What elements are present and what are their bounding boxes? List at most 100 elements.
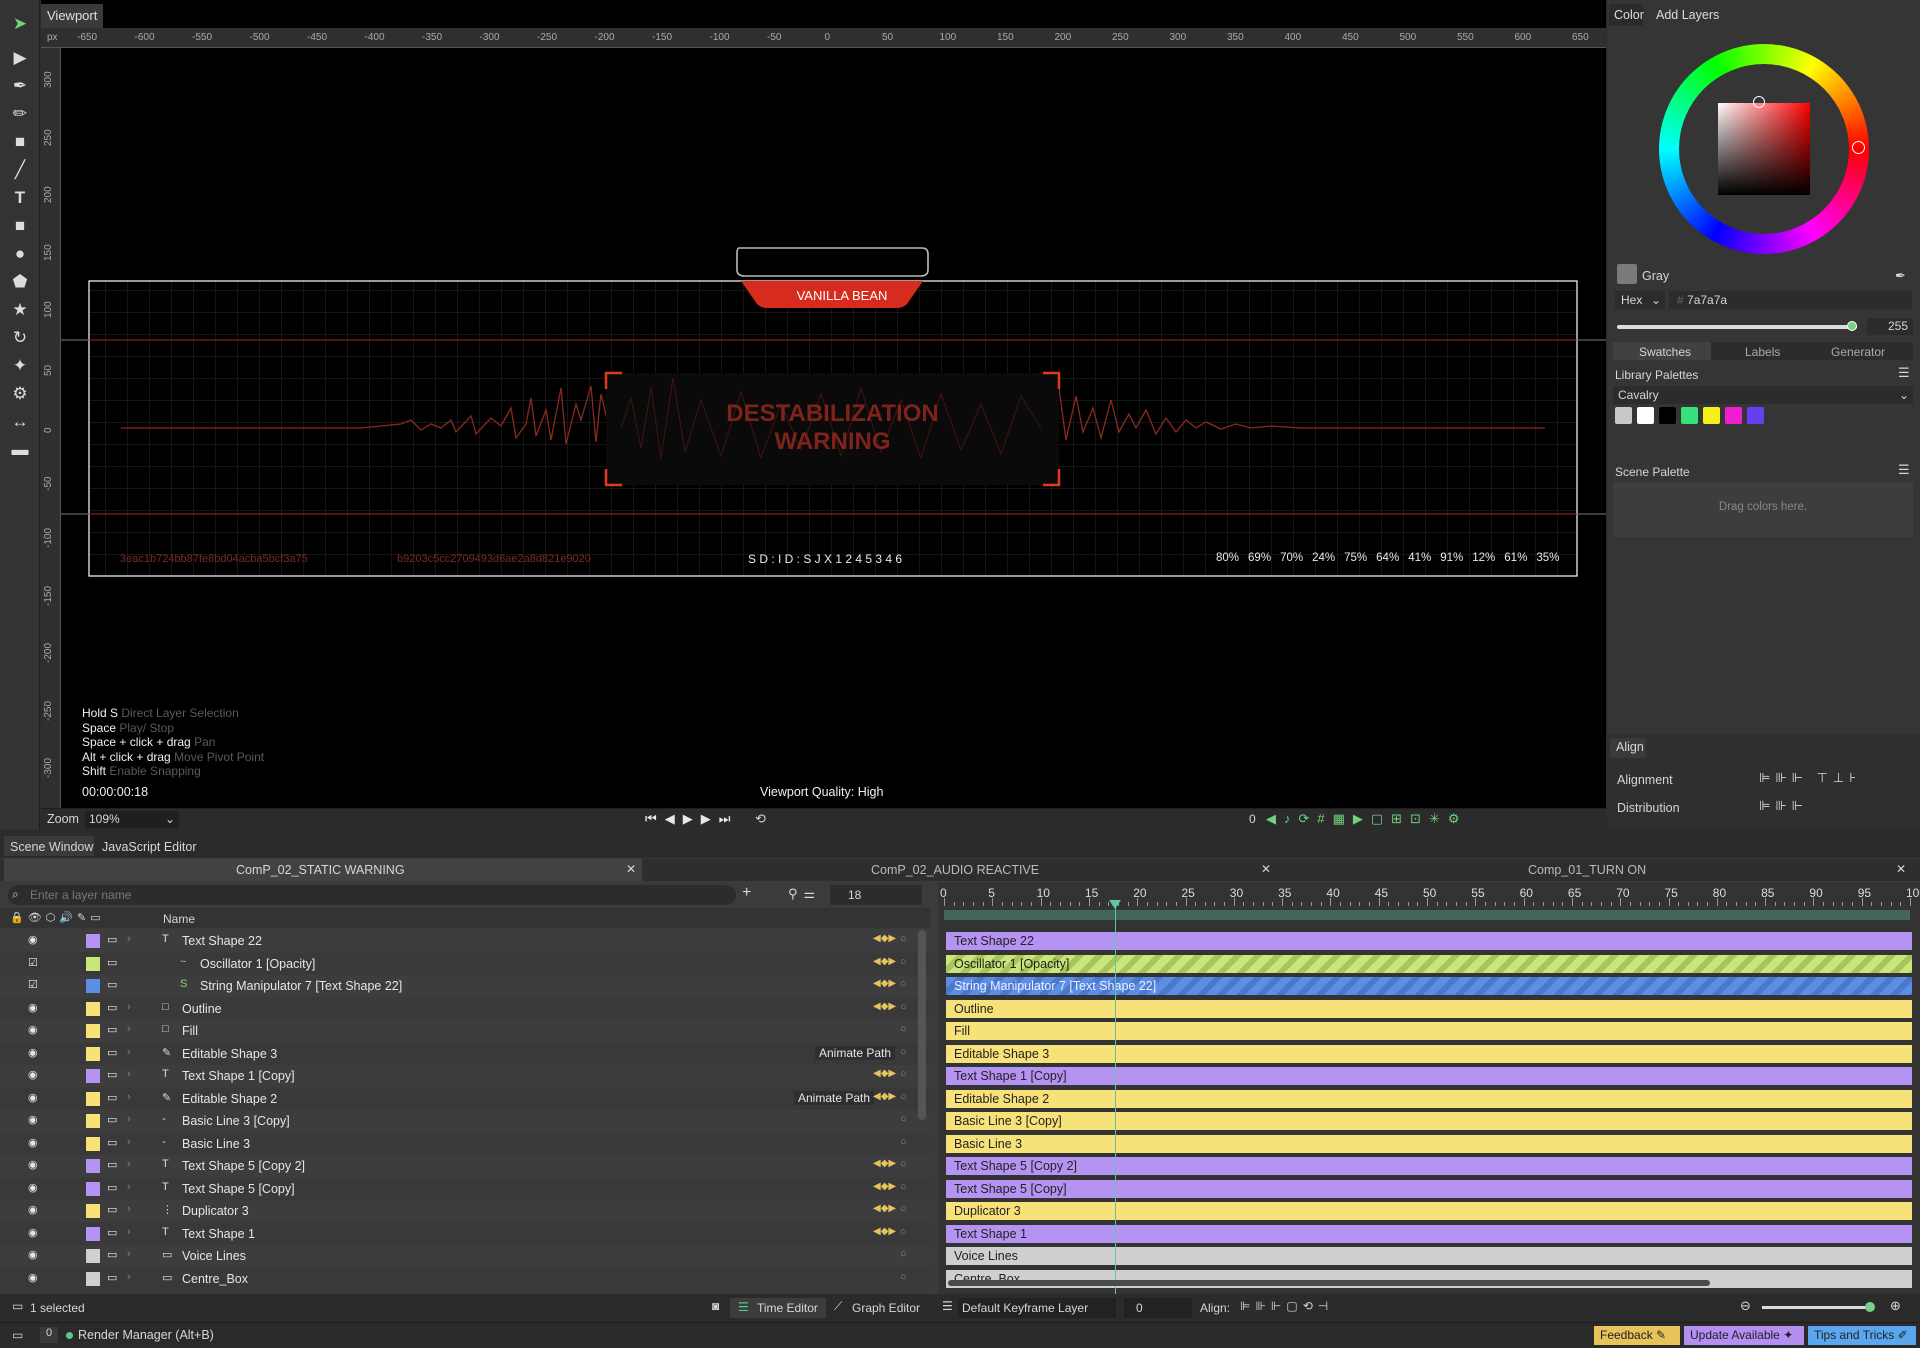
expand-chevron-icon[interactable]: ›: [127, 1001, 131, 1013]
saturation-handle[interactable]: [1753, 96, 1765, 108]
circle-toggle-icon[interactable]: ○: [900, 1001, 907, 1013]
saturation-square[interactable]: [1718, 103, 1810, 195]
keyframe-nav-icon[interactable]: ◀◆▶: [873, 1226, 896, 1237]
graph-editor-button[interactable]: Graph Editor: [852, 1301, 920, 1315]
circle-toggle-icon[interactable]: ○: [900, 1113, 907, 1125]
timeline-bar[interactable]: Text Shape 1: [946, 1224, 1912, 1243]
update-available-button[interactable]: Update Available ✦: [1684, 1326, 1804, 1345]
layer-row[interactable]: ◉ ▭ › ✎ Editable Shape 3 Animate Path ○: [0, 1042, 930, 1065]
expand-chevron-icon[interactable]: ›: [127, 1248, 131, 1260]
layer-row[interactable]: ◉ ▭ › □ Outline ◀◆▶ ○: [0, 997, 930, 1020]
align-keyframe-buttons[interactable]: ⊫⊪⊩▢⟲⊣: [1240, 1299, 1333, 1313]
palette-select[interactable]: Cavalry ⌄: [1613, 386, 1913, 404]
close-icon[interactable]: ✕: [626, 862, 636, 876]
loop-icon[interactable]: ⟲: [755, 811, 766, 827]
text-tool-icon[interactable]: T: [6, 184, 34, 212]
timeline-bar[interactable]: Text Shape 1 [Copy]: [946, 1067, 1912, 1085]
expand-chevron-icon[interactable]: ›: [127, 1226, 131, 1238]
hue-handle[interactable]: [1852, 141, 1865, 154]
keyframe-nav-icon[interactable]: ◀◆▶: [873, 1181, 896, 1192]
eye-icon[interactable]: ◉: [28, 933, 38, 946]
zoom-select[interactable]: 109% ⌄: [85, 811, 179, 828]
subtab-swatches[interactable]: Swatches: [1639, 345, 1691, 359]
expand-chevron-icon[interactable]: ›: [127, 1023, 131, 1035]
zoom-out-icon[interactable]: ⊖: [1740, 1298, 1751, 1314]
expand-chevron-icon[interactable]: ›: [127, 1181, 131, 1193]
layer-row[interactable]: ◉ ▭ › ▭ Voice Lines ○: [0, 1245, 930, 1267]
timeline-bar[interactable]: String Manipulator 7 [Text Shape 22]: [946, 977, 1912, 995]
timeline-zoom-slider[interactable]: [1762, 1306, 1872, 1309]
eye-icon[interactable]: ◉: [28, 1158, 38, 1171]
eye-icon[interactable]: ◉: [28, 1271, 38, 1284]
layer-row[interactable]: ◉ ▭ › □ Fill ○: [0, 1020, 930, 1042]
alignment-buttons[interactable]: ⊫⊪⊩ ⊤⊥⊦: [1759, 770, 1861, 786]
rotate-tool-icon[interactable]: ↻: [6, 324, 34, 352]
close-icon[interactable]: ✕: [1896, 862, 1906, 876]
tab-color[interactable]: Color: [1614, 8, 1644, 22]
timeline-bar[interactable]: Text Shape 5 [Copy 2]: [946, 1157, 1912, 1175]
keyframe-layer-select[interactable]: Default Keyframe Layer: [958, 1298, 1116, 1318]
tab-javascript-editor[interactable]: JavaScript Editor: [102, 840, 196, 854]
layer-row[interactable]: ◉ ▭ › T Text Shape 1 ◀◆▶ ○: [0, 1222, 930, 1245]
direct-select-icon[interactable]: ▶: [6, 44, 34, 72]
render-toggle-icon[interactable]: ▭: [107, 978, 117, 991]
close-icon[interactable]: ✕: [1261, 862, 1271, 876]
resize-arrows-icon[interactable]: ↔: [6, 408, 34, 436]
layer-row[interactable]: ◉ ▭ › T Text Shape 1 [Copy] ◀◆▶ ○: [0, 1065, 930, 1087]
timeline-bar[interactable]: Text Shape 22: [946, 932, 1912, 950]
circle-toggle-icon[interactable]: ○: [900, 1226, 907, 1238]
eye-icon[interactable]: ◉: [28, 1248, 38, 1261]
tab-add-layers[interactable]: Add Layers: [1656, 8, 1719, 22]
menu-icon[interactable]: ☰: [1898, 365, 1910, 381]
viewport-tab[interactable]: Viewport: [41, 4, 104, 28]
render-manager-link[interactable]: Render Manager (Alt+B): [78, 1328, 214, 1342]
circle-toggle-icon[interactable]: ○: [900, 1203, 907, 1215]
keyframe-nav-icon[interactable]: ◀◆▶: [873, 1158, 896, 1169]
rectangle-tool-icon[interactable]: ■: [6, 212, 34, 240]
layer-color-chip[interactable]: [86, 1001, 100, 1016]
layer-row[interactable]: ☑ ▭ ~ Oscillator 1 [Opacity] ◀◆▶ ○: [0, 952, 930, 975]
capsule-tool-icon[interactable]: ▬: [6, 436, 34, 464]
circle-toggle-icon[interactable]: ○: [900, 1046, 907, 1058]
comp-tab-1[interactable]: ComP_02_STATIC WARNING: [236, 863, 405, 877]
timeline-bar[interactable]: Text Shape 5 [Copy]: [946, 1179, 1912, 1198]
expand-chevron-icon[interactable]: ›: [127, 1203, 131, 1215]
timeline-zoom-handle[interactable]: [1865, 1302, 1875, 1312]
render-toggle-icon[interactable]: ▭: [107, 1046, 117, 1059]
render-toggle-icon[interactable]: ▭: [107, 1203, 117, 1216]
palette-swatch[interactable]: [1725, 407, 1742, 424]
layer-color-chip[interactable]: [86, 1136, 100, 1151]
expand-chevron-icon[interactable]: ›: [127, 1068, 131, 1080]
circle-toggle-icon[interactable]: ○: [900, 956, 907, 968]
camera-icon[interactable]: ■: [6, 128, 34, 156]
keyframe-nav-icon[interactable]: ◀◆▶: [873, 1203, 896, 1214]
keyframe-nav-icon[interactable]: ◀◆▶: [873, 1001, 896, 1012]
keyframe-nav-icon[interactable]: ◀◆▶: [873, 1091, 896, 1102]
eye-icon[interactable]: ◉: [28, 1091, 38, 1104]
eye-icon[interactable]: ◉: [28, 1046, 38, 1059]
layer-color-chip[interactable]: [86, 1249, 100, 1263]
check-icon[interactable]: ☑: [28, 978, 38, 991]
circle-toggle-icon[interactable]: ○: [900, 1271, 907, 1283]
render-toggle-icon[interactable]: ▭: [107, 1068, 117, 1081]
star-tool-icon[interactable]: ★: [6, 296, 34, 324]
gear-icon[interactable]: ⚙: [6, 380, 34, 408]
layer-color-chip[interactable]: [86, 956, 100, 971]
layer-color-chip[interactable]: [86, 934, 100, 948]
timeline-bar[interactable]: Basic Line 3: [946, 1134, 1912, 1153]
filter-icons[interactable]: ⚲⚌: [788, 886, 821, 902]
toggle-icon[interactable]: ◙: [712, 1299, 719, 1313]
expand-chevron-icon[interactable]: ›: [127, 1091, 131, 1103]
timeline-bar[interactable]: Outline: [946, 999, 1912, 1018]
layer-color-chip[interactable]: [86, 1271, 100, 1286]
pen-tool-icon[interactable]: ✒: [6, 72, 34, 100]
alpha-input[interactable]: 255: [1867, 318, 1913, 335]
circle-toggle-icon[interactable]: ○: [900, 1248, 907, 1260]
hex-input[interactable]: # 7a7a7a: [1669, 291, 1912, 309]
layer-row[interactable]: ◉ ▭ › - Basic Line 3 ○: [0, 1132, 930, 1155]
circle-toggle-icon[interactable]: ○: [900, 1068, 907, 1080]
layer-row[interactable]: ◉ ▭ › ✎ Editable Shape 2 Animate Path ◀◆▶ ○: [0, 1087, 930, 1110]
eye-icon[interactable]: ◉: [28, 1181, 38, 1194]
animate-path-button[interactable]: Animate Path: [794, 1090, 875, 1105]
palette-swatch[interactable]: [1747, 407, 1764, 424]
